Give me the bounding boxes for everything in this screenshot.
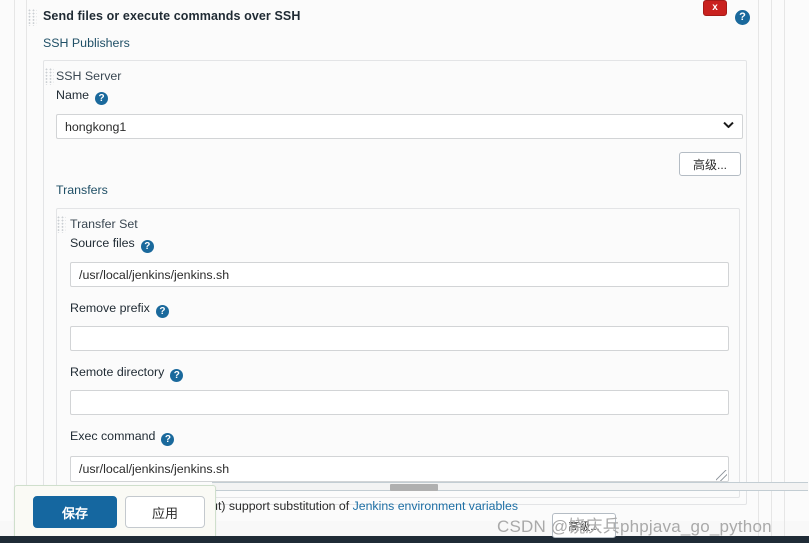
help-icon-name[interactable]: ? — [95, 92, 109, 105]
layout-rule-right-2 — [771, 0, 772, 543]
exec-command-label: Exec command? — [70, 429, 175, 446]
watermark: CSDN @饶庆兵phpjava_go_python — [497, 517, 772, 536]
remove-prefix-input[interactable] — [70, 326, 729, 351]
remove-prefix-label: Remove prefix? — [70, 301, 169, 318]
layout-rule-right-1 — [758, 0, 759, 543]
apply-button[interactable]: 应用 — [125, 496, 205, 528]
ssh-server-select-wrap[interactable]: hongkong1 — [56, 114, 743, 139]
help-icon-exec-command[interactable]: ? — [161, 433, 175, 446]
ssh-publishers-label: SSH Publishers — [43, 36, 130, 50]
exec-command-label-text: Exec command — [70, 429, 156, 443]
transfer-set-panel — [56, 208, 740, 498]
layout-rule-left — [14, 0, 15, 543]
close-button[interactable]: x — [703, 0, 727, 16]
source-files-input[interactable] — [70, 262, 729, 287]
action-bar: 保存 应用 — [14, 485, 216, 543]
layout-rule-inner — [26, 0, 27, 543]
layout-rule-right-3 — [784, 0, 785, 543]
app-root: x ? Send files or execute commands over … — [0, 0, 809, 543]
help-icon-source-files[interactable]: ? — [140, 240, 154, 253]
source-files-label-text: Source files — [70, 236, 135, 250]
drag-handle-icon[interactable] — [28, 9, 37, 26]
horizontal-scrollbar[interactable] — [212, 482, 808, 491]
remote-directory-label-text: Remote directory — [70, 365, 165, 379]
taskbar-strip — [0, 536, 809, 543]
name-label-text: Name — [56, 88, 90, 102]
source-files-label: Source files? — [70, 236, 154, 253]
remote-directory-label: Remote directory? — [70, 365, 184, 382]
page-title: Send files or execute commands over SSH — [43, 9, 301, 23]
drag-handle-icon-transfer-set[interactable] — [57, 216, 66, 233]
name-label: Name? — [56, 88, 109, 105]
section-help-icon[interactable]: ? — [735, 10, 750, 25]
save-button[interactable]: 保存 — [33, 496, 117, 528]
transfers-label: Transfers — [56, 183, 108, 197]
remove-prefix-label-text: Remove prefix — [70, 301, 150, 315]
transfer-set-legend: Transfer Set — [70, 217, 138, 231]
help-icon-remote-directory[interactable]: ? — [170, 369, 184, 382]
exec-command-textarea[interactable]: /usr/local/jenkins/jenkins.sh — [70, 456, 729, 482]
ssh-server-legend: SSH Server — [56, 69, 122, 83]
ssh-server-select[interactable]: hongkong1 — [56, 114, 743, 139]
horizontal-scrollbar-thumb[interactable] — [390, 484, 438, 491]
advanced-button[interactable]: 高级... — [679, 152, 741, 176]
jenkins-environment-variables-link[interactable]: Jenkins environment variables — [353, 499, 518, 513]
remote-directory-input[interactable] — [70, 390, 729, 415]
help-icon-remove-prefix[interactable]: ? — [155, 305, 169, 318]
drag-handle-icon-ssh-server[interactable] — [45, 68, 54, 85]
